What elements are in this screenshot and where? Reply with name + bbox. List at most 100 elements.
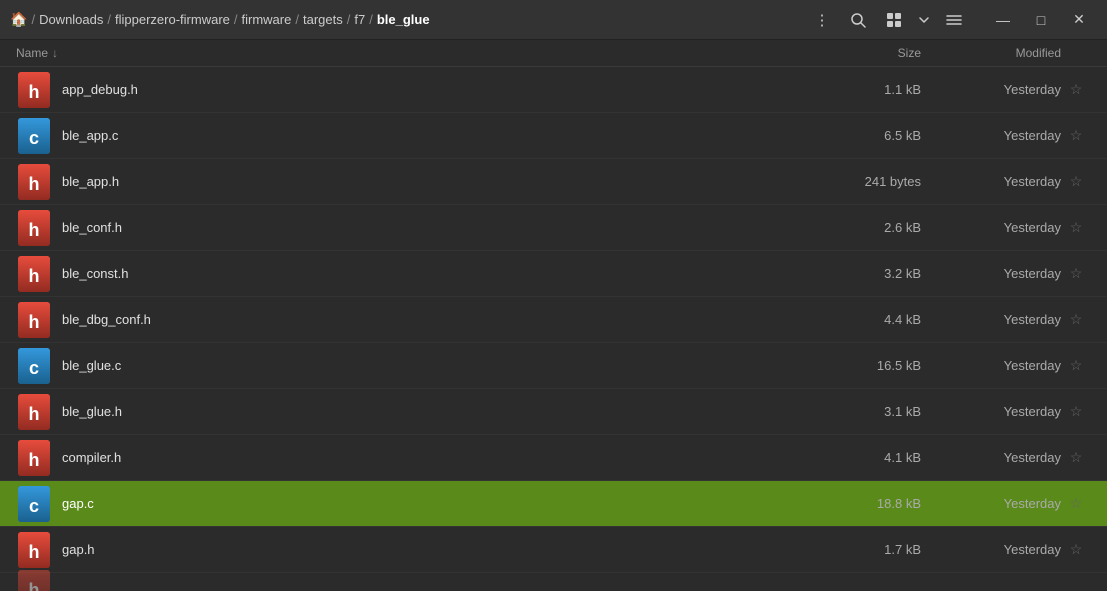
star-button[interactable]: ☆ <box>1061 495 1091 512</box>
breadcrumb-flipperzero-firmware[interactable]: flipperzero-firmware <box>115 12 230 27</box>
file-name: ble_dbg_conf.h <box>62 312 831 327</box>
list-item[interactable]: h compiler.h 4.1 kB Yesterday ☆ <box>0 435 1107 481</box>
svg-text:h: h <box>29 312 40 332</box>
file-modified: Yesterday <box>941 266 1061 281</box>
breadcrumb-firmware[interactable]: firmware <box>242 12 292 27</box>
file-modified: Yesterday <box>941 404 1061 419</box>
view-mode-buttons <box>879 6 969 34</box>
list-view-button[interactable] <box>939 6 969 34</box>
file-size: 16.5 kB <box>831 358 941 373</box>
svg-text:h: h <box>29 174 40 194</box>
file-type-icon: h <box>16 72 52 108</box>
file-size: 6.5 kB <box>831 128 941 143</box>
svg-text:c: c <box>29 496 39 516</box>
list-item[interactable]: h app_debug.h 1.1 kB Yesterday ☆ <box>0 67 1107 113</box>
file-size: 18.8 kB <box>831 496 941 511</box>
file-size: 4.1 kB <box>831 450 941 465</box>
app-window: 🏠 / Downloads / flipperzero-firmware / f… <box>0 0 1107 591</box>
grid-view-button[interactable] <box>879 6 909 34</box>
file-modified: Yesterday <box>941 128 1061 143</box>
file-modified: Yesterday <box>941 358 1061 373</box>
star-button[interactable]: ☆ <box>1061 265 1091 282</box>
star-button[interactable]: ☆ <box>1061 81 1091 98</box>
file-type-icon: h <box>16 532 52 568</box>
svg-text:c: c <box>29 128 39 148</box>
svg-text:h: h <box>29 450 40 470</box>
file-type-icon: h <box>16 256 52 292</box>
file-modified: Yesterday <box>941 450 1061 465</box>
column-modified-header[interactable]: Modified <box>941 46 1061 60</box>
star-button[interactable]: ☆ <box>1061 127 1091 144</box>
minimize-button[interactable]: — <box>985 6 1021 34</box>
file-name: gap.c <box>62 496 831 511</box>
file-rows: h app_debug.h 1.1 kB Yesterday ☆ c <box>0 67 1107 591</box>
breadcrumb-ble-glue: ble_glue <box>377 12 430 27</box>
breadcrumb-f7[interactable]: f7 <box>354 12 365 27</box>
chevron-down-button[interactable] <box>909 6 939 34</box>
star-button[interactable]: ☆ <box>1061 541 1091 558</box>
window-controls: — □ ✕ <box>985 6 1097 34</box>
star-button[interactable]: ☆ <box>1061 173 1091 190</box>
file-size: 241 bytes <box>831 174 941 189</box>
file-type-icon: h <box>16 164 52 200</box>
file-type-icon: c <box>16 486 52 522</box>
maximize-button[interactable]: □ <box>1023 6 1059 34</box>
file-type-icon: h <box>16 440 52 476</box>
file-name: gap.h <box>62 542 831 557</box>
list-item[interactable]: h <box>0 573 1107 591</box>
star-button[interactable]: ☆ <box>1061 219 1091 236</box>
list-item[interactable]: h gap.h 1.7 kB Yesterday ☆ <box>0 527 1107 573</box>
file-name: ble_app.c <box>62 128 831 143</box>
list-item[interactable]: h ble_glue.h 3.1 kB Yesterday ☆ <box>0 389 1107 435</box>
list-item[interactable]: c gap.c 18.8 kB Yesterday ☆ <box>0 481 1107 527</box>
star-button[interactable]: ☆ <box>1061 403 1091 420</box>
file-modified: Yesterday <box>941 220 1061 235</box>
svg-text:h: h <box>29 580 40 591</box>
file-list-header: Name ↓ Size Modified <box>0 40 1107 67</box>
star-button[interactable]: ☆ <box>1061 311 1091 328</box>
column-name-header[interactable]: Name ↓ <box>16 46 831 60</box>
list-item[interactable]: h ble_const.h 3.2 kB Yesterday ☆ <box>0 251 1107 297</box>
list-item[interactable]: h ble_dbg_conf.h 4.4 kB Yesterday ☆ <box>0 297 1107 343</box>
column-size-header[interactable]: Size <box>831 46 941 60</box>
breadcrumb-downloads[interactable]: Downloads <box>39 12 103 27</box>
menu-button[interactable]: ⋮ <box>807 6 837 34</box>
star-button[interactable]: ☆ <box>1061 449 1091 466</box>
file-modified: Yesterday <box>941 82 1061 97</box>
file-name: ble_conf.h <box>62 220 831 235</box>
title-bar-actions: ⋮ <box>807 6 1097 34</box>
file-type-icon: h <box>16 394 52 430</box>
file-list-container: Name ↓ Size Modified h app_debug.h 1.1 k… <box>0 40 1107 591</box>
file-size: 2.6 kB <box>831 220 941 235</box>
svg-text:h: h <box>29 220 40 240</box>
file-type-icon: h <box>16 570 52 591</box>
star-button[interactable]: ☆ <box>1061 357 1091 374</box>
close-button[interactable]: ✕ <box>1061 6 1097 34</box>
file-type-icon: h <box>16 302 52 338</box>
list-item[interactable]: c ble_glue.c 16.5 kB Yesterday ☆ <box>0 343 1107 389</box>
list-item[interactable]: h ble_app.h 241 bytes Yesterday ☆ <box>0 159 1107 205</box>
list-item[interactable]: c ble_app.c 6.5 kB Yesterday ☆ <box>0 113 1107 159</box>
file-name: app_debug.h <box>62 82 831 97</box>
breadcrumb-targets[interactable]: targets <box>303 12 343 27</box>
file-modified: Yesterday <box>941 542 1061 557</box>
file-type-icon: c <box>16 118 52 154</box>
file-name: ble_const.h <box>62 266 831 281</box>
breadcrumb: 🏠 / Downloads / flipperzero-firmware / f… <box>10 11 807 28</box>
file-size: 1.7 kB <box>831 542 941 557</box>
home-icon: 🏠 <box>10 11 27 28</box>
search-button[interactable] <box>843 6 873 34</box>
file-name: ble_glue.c <box>62 358 831 373</box>
svg-text:c: c <box>29 358 39 378</box>
sort-arrow-icon: ↓ <box>52 46 58 60</box>
file-name: compiler.h <box>62 450 831 465</box>
file-size: 3.2 kB <box>831 266 941 281</box>
file-modified: Yesterday <box>941 312 1061 327</box>
file-size: 1.1 kB <box>831 82 941 97</box>
file-name: ble_app.h <box>62 174 831 189</box>
file-name: ble_glue.h <box>62 404 831 419</box>
file-type-icon: h <box>16 210 52 246</box>
file-type-icon: c <box>16 348 52 384</box>
svg-text:h: h <box>29 82 40 102</box>
list-item[interactable]: h ble_conf.h 2.6 kB Yesterday ☆ <box>0 205 1107 251</box>
